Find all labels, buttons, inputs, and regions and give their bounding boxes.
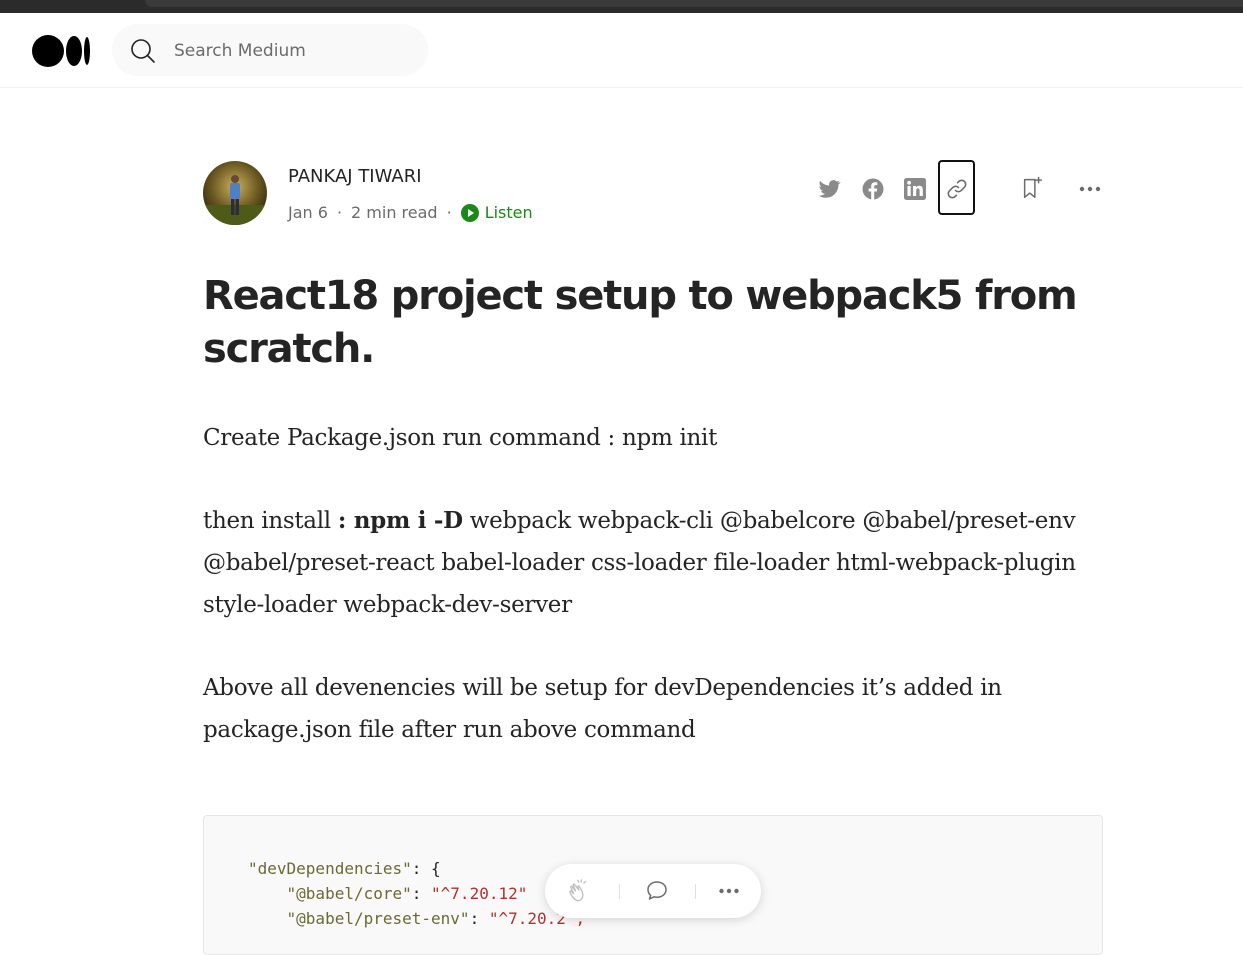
link-icon — [947, 179, 967, 199]
code-key: "@babel/core" — [286, 884, 412, 903]
toolbar-divider — [695, 884, 696, 899]
toolbar-divider — [619, 884, 620, 899]
meta-separator: · — [336, 203, 343, 222]
code-content: "devDependencies": { "@babel/core": "^7.… — [248, 859, 586, 928]
browser-top-strip — [0, 0, 1243, 13]
author-avatar[interactable] — [203, 161, 267, 225]
code-key: "@babel/preset-env" — [286, 909, 470, 928]
article-title: React18 project setup to webpack5 from s… — [203, 273, 1078, 372]
more-icon[interactable] — [1077, 176, 1103, 202]
code-key: "devDependencies" — [248, 859, 412, 878]
article-paragraph: then install : npm i -D webpack webpack-… — [203, 500, 1103, 626]
publish-date: Jan 6 — [288, 203, 328, 222]
paragraph-text: then install — [203, 508, 338, 534]
more-icon[interactable] — [716, 878, 742, 904]
browser-strip-inner — [145, 0, 1243, 7]
code-punct: : { — [411, 859, 441, 878]
search-icon — [131, 39, 155, 63]
facebook-icon[interactable] — [860, 176, 886, 202]
site-header — [0, 13, 1243, 88]
article-paragraph: Above all devenencies will be setup for … — [203, 675, 1002, 743]
read-time: 2 min read — [351, 203, 438, 222]
article-paragraph: Create Package.json run command : npm in… — [203, 425, 718, 451]
floating-action-bar — [545, 864, 761, 918]
search-bar[interactable] — [112, 24, 428, 76]
comment-icon[interactable] — [644, 878, 670, 904]
bookmark-add-icon[interactable] — [1020, 175, 1046, 201]
meta-separator: · — [446, 203, 452, 222]
clap-icon[interactable] — [567, 878, 593, 904]
code-value: "^7.20.12" — [431, 884, 528, 903]
twitter-icon[interactable] — [817, 176, 843, 202]
play-icon — [460, 203, 479, 222]
paragraph-bold-text: : npm i -D — [337, 507, 463, 534]
listen-label: Listen — [484, 203, 533, 222]
search-input[interactable] — [172, 37, 416, 65]
article-meta: Jan 6 · 2 min read · Listen — [288, 203, 533, 222]
author-name[interactable]: PANKAJ TIWARI — [288, 166, 422, 187]
listen-button[interactable]: Listen — [460, 203, 533, 222]
copy-link-button[interactable] — [938, 160, 975, 215]
linkedin-icon[interactable] — [902, 176, 928, 202]
medium-logo[interactable] — [32, 35, 92, 67]
